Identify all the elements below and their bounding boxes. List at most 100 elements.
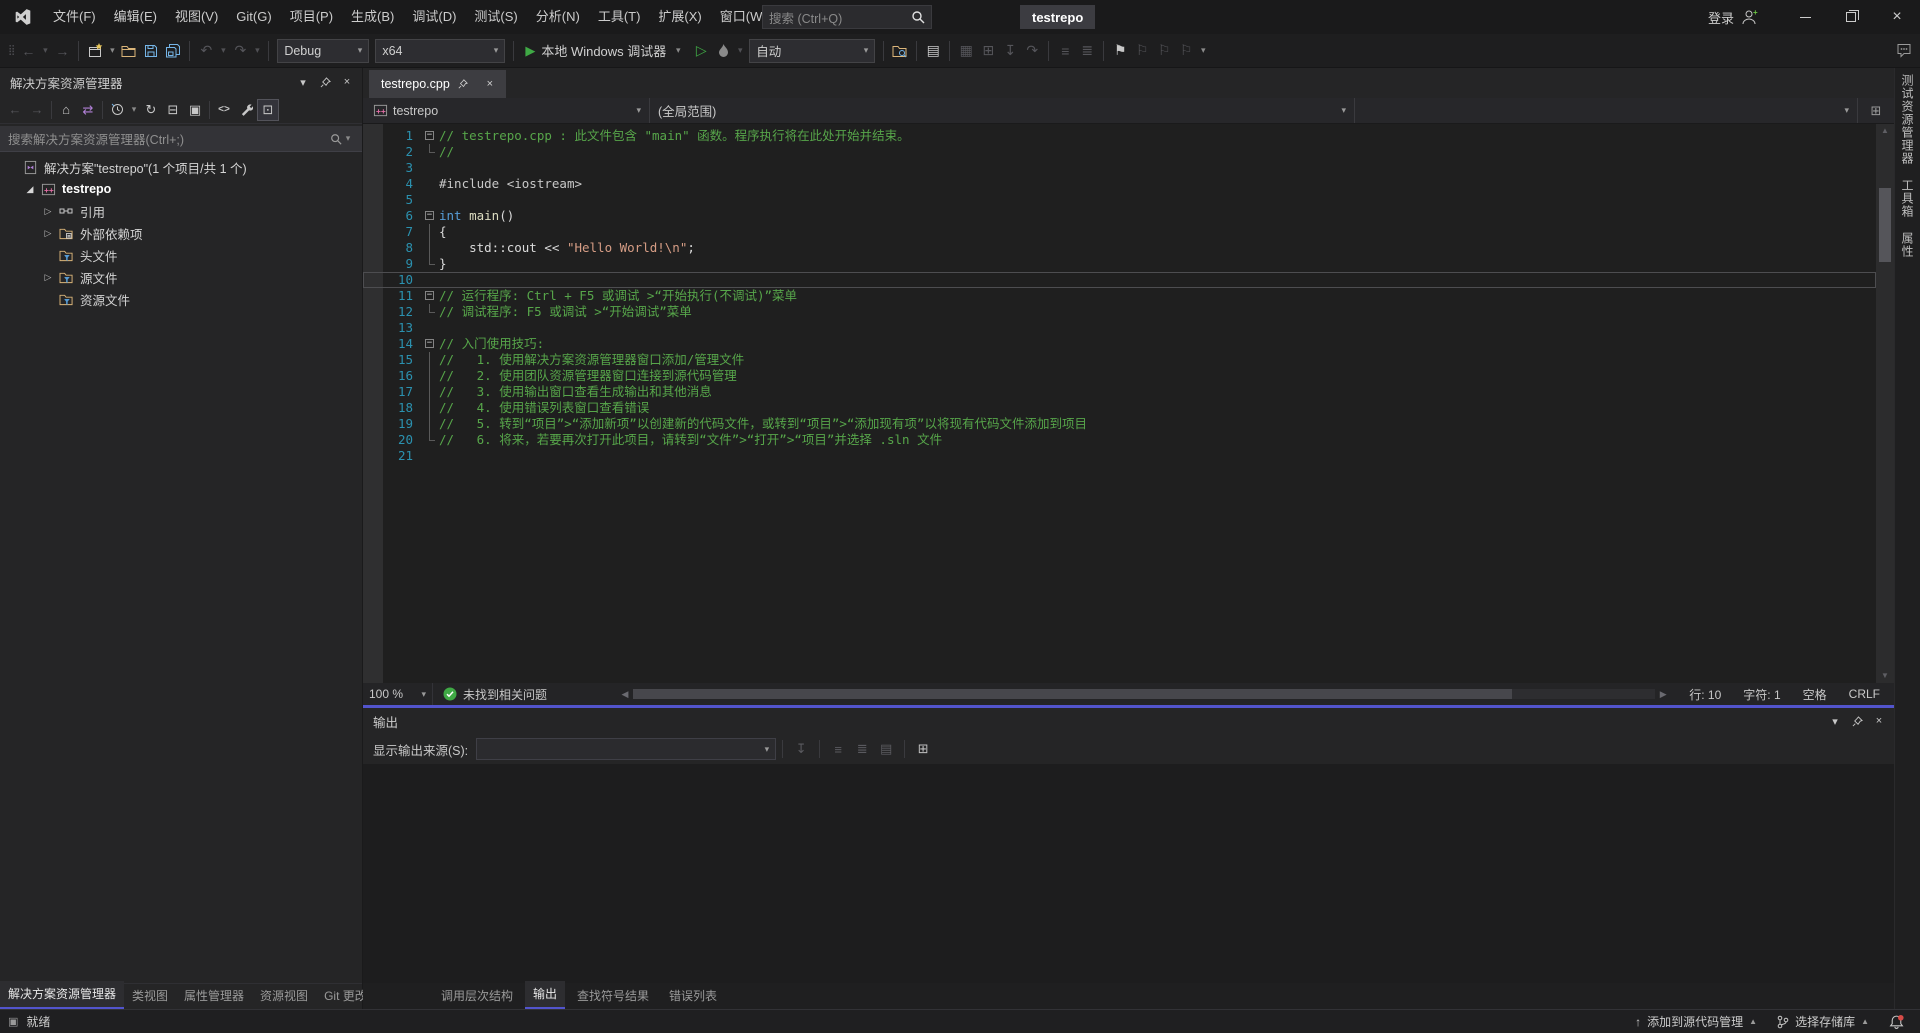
line-indicator-margin[interactable] xyxy=(363,224,383,240)
solution-name-badge[interactable]: testrepo xyxy=(1020,5,1095,29)
start-debugging-button[interactable]: ▶ 本地 Windows 调试器 ▾ xyxy=(519,38,690,64)
menu-item[interactable]: 视图(V) xyxy=(166,0,227,34)
hot-reload-dropdown[interactable]: ▾ xyxy=(734,45,746,56)
fold-collapse-icon[interactable]: − xyxy=(421,336,439,352)
clear-bookmarks-icon[interactable]: ⚐ xyxy=(1175,39,1197,63)
code-line[interactable]: 4#include <iostream> xyxy=(363,176,1876,192)
solution-platform-dropdown[interactable]: x64▾ xyxy=(375,39,505,63)
previous-bookmark-icon[interactable]: ⚐ xyxy=(1131,39,1153,63)
pin-icon[interactable] xyxy=(316,73,334,91)
refresh-icon[interactable]: ↻ xyxy=(140,99,162,121)
menu-item[interactable]: 调试(D) xyxy=(403,0,465,34)
code-line[interactable]: 8 std::cout << "Hello World!\n"; xyxy=(363,240,1876,256)
scroll-right-icon[interactable]: ▶ xyxy=(1655,689,1671,700)
clear-all-icon[interactable]: ▤ xyxy=(874,738,898,760)
code-line[interactable]: 16// 2. 使用团队资源管理器窗口连接到源代码管理 xyxy=(363,368,1876,384)
tree-item[interactable]: ◢++testrepo xyxy=(0,178,362,200)
redo-dropdown[interactable]: ▾ xyxy=(251,45,263,56)
properties-wrench-icon[interactable] xyxy=(235,99,257,121)
line-indicator-margin[interactable] xyxy=(363,192,383,208)
panel-tab[interactable]: 错误列表 xyxy=(661,983,725,1009)
undo-icon[interactable]: ↶ xyxy=(195,39,217,63)
hot-reload-icon[interactable] xyxy=(712,39,734,63)
code-line[interactable]: 13 xyxy=(363,320,1876,336)
show-all-files-icon[interactable]: ▣ xyxy=(184,99,206,121)
line-indicator-margin[interactable] xyxy=(363,304,383,320)
goto-previous-message-icon[interactable]: ≡ xyxy=(826,738,850,760)
tree-expand-icon[interactable]: ▷ xyxy=(40,272,56,283)
fold-collapse-icon[interactable]: − xyxy=(421,288,439,304)
menu-item[interactable]: 项目(P) xyxy=(281,0,342,34)
se-back-icon[interactable]: ← xyxy=(4,99,26,121)
save-icon[interactable] xyxy=(140,39,162,63)
line-indicator-margin[interactable] xyxy=(363,208,383,224)
code-editor[interactable]: 1−// testrepo.cpp : 此文件包含 "main" 函数。程序执行… xyxy=(363,124,1894,683)
scope-dropdown[interactable]: (全局范围) ▾ xyxy=(650,98,1355,123)
output-source-dropdown[interactable]: ▾ xyxy=(476,738,776,760)
code-line[interactable]: 12// 调试程序: F5 或调试 >“开始调试”菜单 xyxy=(363,304,1876,320)
menu-item[interactable]: 编辑(E) xyxy=(105,0,166,34)
outdent-icon[interactable]: ≡ xyxy=(1054,39,1076,63)
switch-views-icon[interactable]: ⇄ xyxy=(77,99,99,121)
line-indicator-margin[interactable] xyxy=(363,384,383,400)
tree-item[interactable]: ▷引用 xyxy=(0,200,362,222)
h-scrollbar-thumb[interactable] xyxy=(633,689,1512,699)
save-all-icon[interactable] xyxy=(162,39,184,63)
autohide-tab[interactable]: 属性 xyxy=(1899,232,1916,258)
attach-to-process-icon[interactable]: ▦ xyxy=(955,39,977,63)
line-indicator-margin[interactable] xyxy=(363,432,383,448)
code-line[interactable]: 14−// 入门使用技巧: xyxy=(363,336,1876,352)
preview-selected-items-icon[interactable]: ⊡ xyxy=(257,99,279,121)
tab-pin-icon[interactable] xyxy=(458,79,474,89)
se-home-icon[interactable]: ⌂ xyxy=(55,99,77,121)
line-indicator-margin[interactable] xyxy=(363,128,383,144)
scroll-up-icon[interactable]: ▲ xyxy=(1881,124,1889,138)
sign-in-button[interactable]: 登录 + xyxy=(1708,8,1760,27)
menu-item[interactable]: 测试(S) xyxy=(465,0,526,34)
output-content[interactable] xyxy=(363,764,1894,983)
toolbar-drag-handle[interactable]: ⣿ xyxy=(4,45,17,56)
line-indicator-margin[interactable] xyxy=(363,288,383,304)
document-tab[interactable]: testrepo.cpp × xyxy=(369,70,506,98)
minimize-button[interactable] xyxy=(1782,0,1828,34)
tree-item[interactable]: 头文件 xyxy=(0,244,362,266)
scrollbar-thumb[interactable] xyxy=(1879,188,1891,262)
menu-item[interactable]: 工具(T) xyxy=(589,0,650,34)
tree-expand-icon[interactable]: ▷ xyxy=(40,206,56,217)
split-window-icon[interactable]: ⊞ xyxy=(1858,98,1894,123)
sidebar-tab[interactable]: 资源视图 xyxy=(252,983,316,1009)
background-tasks-icon[interactable]: ▣ xyxy=(8,1015,18,1028)
line-indicator-margin[interactable] xyxy=(363,368,383,384)
indentation-indicator[interactable]: 空格 xyxy=(1803,686,1827,703)
code-line[interactable]: 19// 5. 转到“项目”>“添加新项”以创建新的代码文件，或转到“项目”>“… xyxy=(363,416,1876,432)
editor-vertical-scrollbar[interactable]: ▲ ▼ xyxy=(1876,124,1894,683)
sidebar-tab[interactable]: 解决方案资源管理器 xyxy=(0,981,124,1009)
code-line[interactable]: 5 xyxy=(363,192,1876,208)
code-line[interactable]: 1−// testrepo.cpp : 此文件包含 "main" 函数。程序执行… xyxy=(363,128,1876,144)
navigate-back-dropdown[interactable]: ▾ xyxy=(39,45,51,56)
document-health-indicator[interactable]: 未找到相关问题 xyxy=(433,686,557,703)
close-button[interactable]: × xyxy=(1874,0,1920,34)
solution-configuration-dropdown[interactable]: Debug▾ xyxy=(277,39,369,63)
project-dropdown[interactable]: ++ testrepo ▾ xyxy=(363,98,650,123)
code-line[interactable]: 17// 3. 使用输出窗口查看生成输出和其他消息 xyxy=(363,384,1876,400)
open-folder-icon[interactable] xyxy=(118,39,140,63)
goto-next-message-icon[interactable]: ≣ xyxy=(850,738,874,760)
code-line[interactable]: 11−// 运行程序: Ctrl + F5 或调试 >“开始执行(不调试)”菜单 xyxy=(363,288,1876,304)
notifications-button[interactable] xyxy=(1881,1010,1912,1033)
line-indicator-margin[interactable] xyxy=(363,144,383,160)
line-indicator-margin[interactable] xyxy=(363,176,383,192)
view-code-icon[interactable]: <> xyxy=(213,99,235,121)
se-search-options-dropdown[interactable]: ▾ xyxy=(342,133,354,144)
pending-changes-filter-icon[interactable] xyxy=(106,99,128,121)
line-indicator-margin[interactable] xyxy=(363,400,383,416)
send-feedback-icon[interactable] xyxy=(1896,42,1912,58)
solution-explorer-search-box[interactable]: 搜索解决方案资源管理器(Ctrl+;) ▾ xyxy=(0,126,362,152)
step-into-icon[interactable]: ↧ xyxy=(999,39,1021,63)
quick-search-box[interactable]: 搜索 (Ctrl+Q) xyxy=(762,5,932,29)
menu-item[interactable]: 生成(B) xyxy=(342,0,403,34)
tree-item[interactable]: 解决方案"testrepo"(1 个项目/共 1 个) xyxy=(0,156,362,178)
panel-tab[interactable]: 查找符号结果 xyxy=(569,983,657,1009)
line-indicator-margin[interactable] xyxy=(363,272,383,288)
zoom-level-dropdown[interactable]: 100 % ▾ xyxy=(363,683,433,705)
